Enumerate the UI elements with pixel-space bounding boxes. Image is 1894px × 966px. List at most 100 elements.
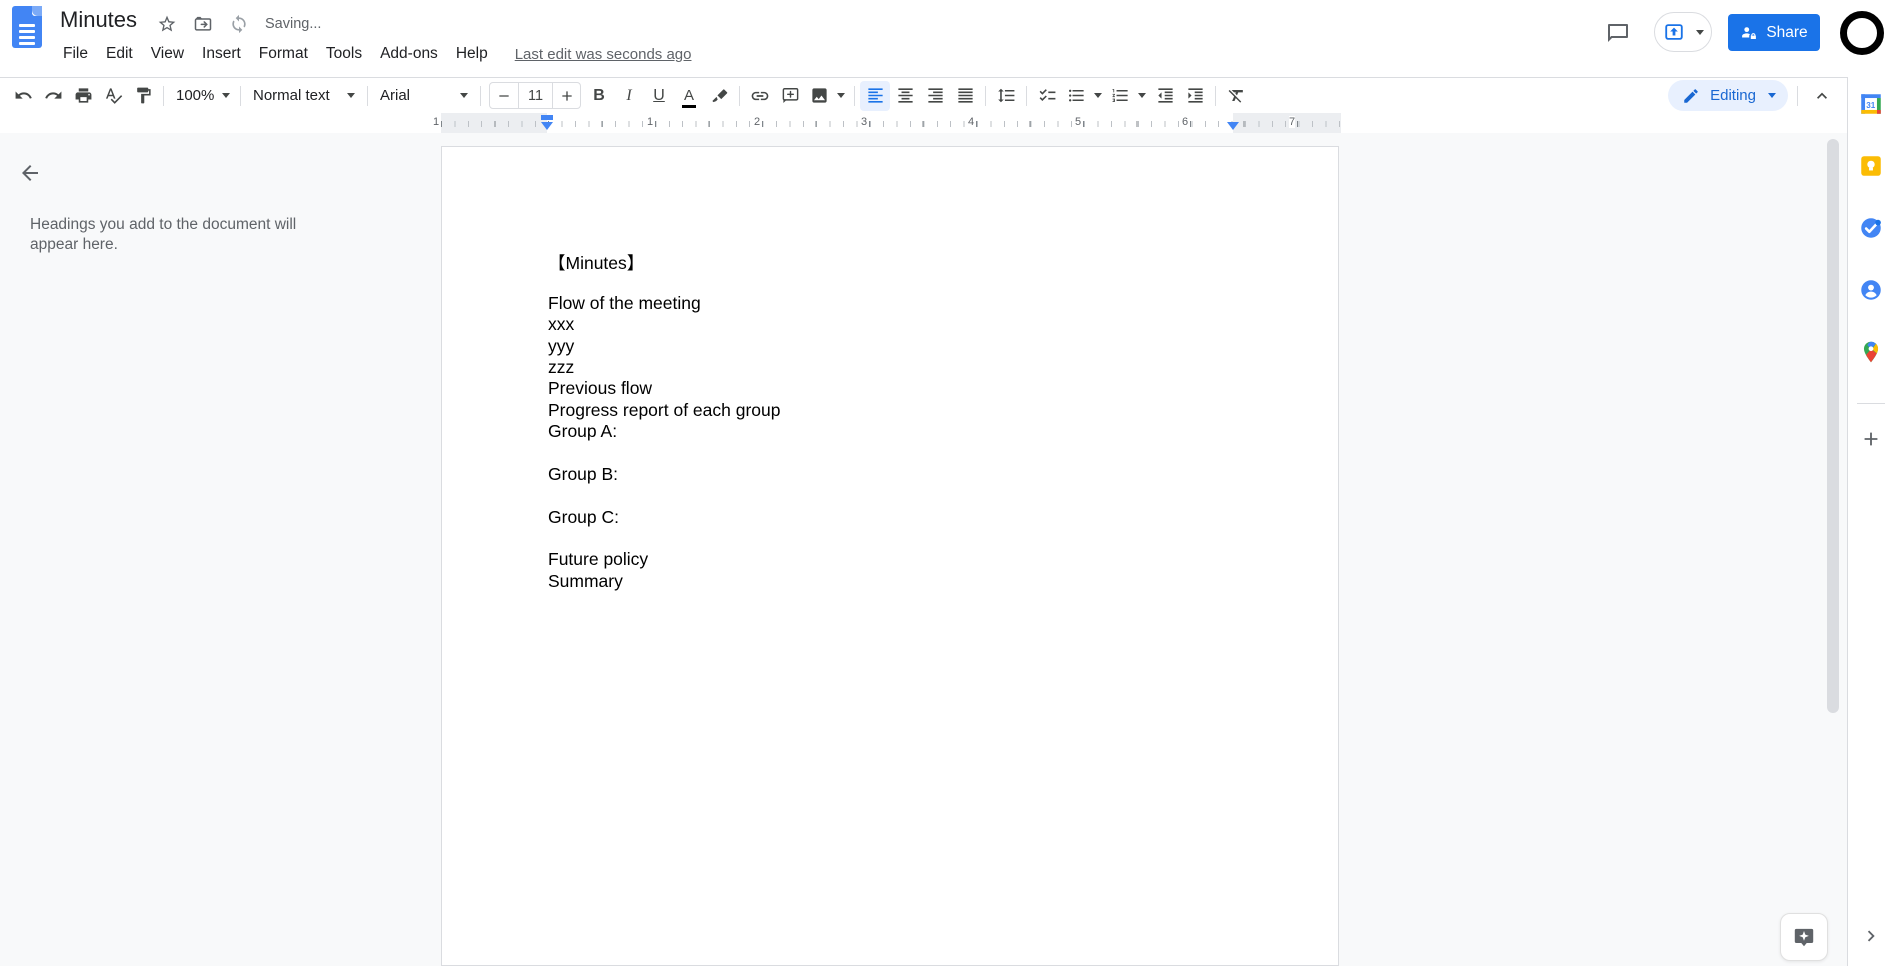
undo-button[interactable] xyxy=(8,81,38,111)
move-folder-icon[interactable] xyxy=(191,12,215,36)
font-caret xyxy=(460,93,468,98)
decrease-indent-button[interactable] xyxy=(1150,81,1180,111)
document-text[interactable]: 【Minutes】 Flow of the meeting xxx yyy zz… xyxy=(548,250,781,592)
highlight-color-button[interactable] xyxy=(704,81,734,111)
menubar: File Edit View Insert Format Tools Add-o… xyxy=(54,41,691,67)
doc-line[interactable] xyxy=(548,271,781,292)
paragraph-style-select[interactable]: Normal text xyxy=(246,81,362,111)
text-color-button[interactable]: A xyxy=(674,81,704,111)
menu-help[interactable]: Help xyxy=(447,42,497,66)
vertical-scrollbar[interactable] xyxy=(1827,139,1839,713)
increase-indent-button[interactable] xyxy=(1180,81,1210,111)
last-edit-link[interactable]: Last edit was seconds ago xyxy=(515,46,692,63)
spellcheck-button[interactable] xyxy=(98,81,128,111)
redo-button[interactable] xyxy=(38,81,68,111)
font-family-select[interactable]: Arial xyxy=(373,81,475,111)
doc-line[interactable] xyxy=(548,528,781,549)
open-comments-icon[interactable] xyxy=(1606,21,1630,45)
bold-button[interactable]: B xyxy=(584,81,614,111)
google-maps-icon[interactable] xyxy=(1854,335,1888,369)
insert-image-button[interactable] xyxy=(805,81,849,111)
print-button[interactable] xyxy=(68,81,98,111)
share-label: Share xyxy=(1766,23,1808,41)
font-value: Arial xyxy=(380,87,411,104)
increase-font-size-button[interactable] xyxy=(552,83,580,108)
document-title[interactable]: Minutes xyxy=(60,7,137,33)
share-person-lock-icon xyxy=(1742,26,1757,39)
mode-caret xyxy=(1768,93,1776,98)
clear-formatting-button[interactable] xyxy=(1221,81,1251,111)
menu-format[interactable]: Format xyxy=(250,42,317,66)
doc-line[interactable]: Future policy xyxy=(548,549,781,570)
decrease-font-size-button[interactable] xyxy=(490,83,518,108)
insert-link-button[interactable] xyxy=(745,81,775,111)
first-line-indent-marker[interactable] xyxy=(541,115,553,120)
add-comment-button[interactable] xyxy=(775,81,805,111)
share-button[interactable]: Share xyxy=(1728,14,1820,51)
ruler-number: 1 xyxy=(433,116,440,128)
ruler-number: 4 xyxy=(968,116,975,128)
zoom-value: 100% xyxy=(176,87,215,104)
align-center-button[interactable] xyxy=(890,81,920,111)
numbered-list-button[interactable] xyxy=(1106,81,1150,111)
header: Minutes Saving... File Edit View Insert … xyxy=(0,0,1894,77)
star-icon[interactable] xyxy=(155,12,179,36)
mode-select[interactable]: Editing xyxy=(1668,80,1788,111)
present-dropdown-caret xyxy=(1695,29,1704,35)
doc-line[interactable]: Group A: xyxy=(548,421,781,442)
underline-button[interactable]: U xyxy=(644,81,674,111)
doc-line[interactable]: Flow of the meeting xyxy=(548,293,781,314)
docs-logo-icon[interactable] xyxy=(12,6,42,48)
align-left-button[interactable] xyxy=(860,80,890,111)
ruler-number: 2 xyxy=(754,116,761,128)
doc-line[interactable] xyxy=(548,485,781,506)
menu-addons[interactable]: Add-ons xyxy=(371,42,447,66)
menu-view[interactable]: View xyxy=(142,42,193,66)
doc-line[interactable]: Progress report of each group xyxy=(548,400,781,421)
doc-line[interactable]: Previous flow xyxy=(548,378,781,399)
ruler-number: 7 xyxy=(1289,116,1296,128)
present-button[interactable] xyxy=(1654,12,1712,52)
hide-menus-button[interactable] xyxy=(1807,81,1837,111)
line-spacing-button[interactable] xyxy=(991,81,1021,111)
bulleted-list-button[interactable] xyxy=(1062,81,1106,111)
doc-line[interactable]: yyy xyxy=(548,336,781,357)
doc-line[interactable]: Summary xyxy=(548,571,781,592)
doc-line[interactable]: Group C: xyxy=(548,507,781,528)
explore-button[interactable] xyxy=(1780,913,1828,961)
checklist-button[interactable] xyxy=(1032,81,1062,111)
ruler-number: 6 xyxy=(1182,116,1189,128)
toolbar: 100% Normal text Arial 11 B I U A Editin… xyxy=(0,77,1847,113)
left-indent-marker[interactable] xyxy=(541,122,553,130)
justify-button[interactable] xyxy=(950,81,980,111)
doc-line[interactable]: 【Minutes】 xyxy=(548,250,781,273)
google-keep-icon[interactable] xyxy=(1854,149,1888,183)
font-size-value[interactable]: 11 xyxy=(518,83,552,108)
numbered-list-caret xyxy=(1137,93,1146,98)
menu-edit[interactable]: Edit xyxy=(97,42,142,66)
rail-divider xyxy=(1857,403,1885,404)
italic-button[interactable]: I xyxy=(614,81,644,111)
get-addons-button[interactable] xyxy=(1854,422,1888,456)
right-indent-marker[interactable] xyxy=(1227,122,1239,130)
account-avatar[interactable] xyxy=(1840,11,1884,55)
google-contacts-icon[interactable] xyxy=(1854,273,1888,307)
doc-line[interactable]: Group B: xyxy=(548,464,781,485)
google-calendar-icon[interactable]: 31 xyxy=(1854,87,1888,121)
menu-tools[interactable]: Tools xyxy=(317,42,371,66)
zoom-select[interactable]: 100% xyxy=(169,81,235,111)
google-tasks-icon[interactable] xyxy=(1854,211,1888,245)
doc-line[interactable] xyxy=(548,443,781,464)
doc-line[interactable]: xxx xyxy=(548,314,781,335)
doc-line[interactable]: zzz xyxy=(548,357,781,378)
paint-format-button[interactable] xyxy=(128,81,158,111)
document-page[interactable]: 【Minutes】 Flow of the meeting xxx yyy zz… xyxy=(441,146,1339,966)
menu-insert[interactable]: Insert xyxy=(193,42,250,66)
ruler[interactable]: 1 1 2 3 4 5 6 7 xyxy=(0,113,1847,133)
menu-file[interactable]: File xyxy=(54,42,97,66)
align-right-button[interactable] xyxy=(920,81,950,111)
explore-icon xyxy=(1794,928,1814,947)
hide-side-panel-icon[interactable] xyxy=(1860,925,1882,952)
close-outline-icon[interactable] xyxy=(18,161,42,185)
side-panel-rail: 31 xyxy=(1847,77,1894,966)
